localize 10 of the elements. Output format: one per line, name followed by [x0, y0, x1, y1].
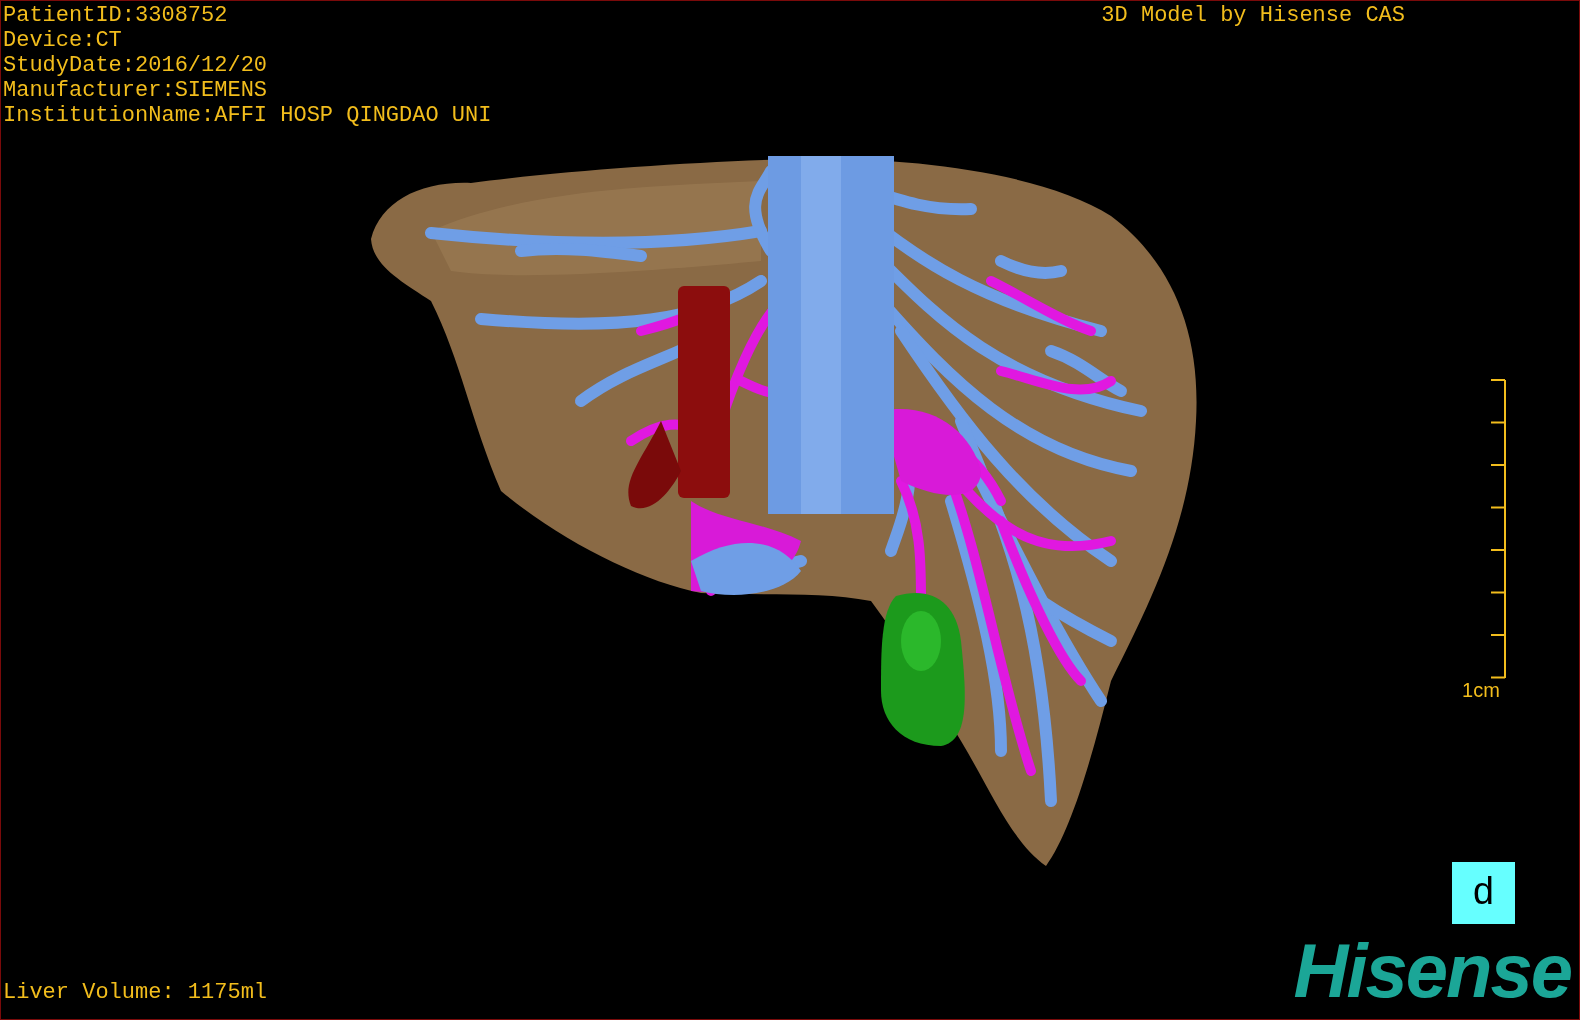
liver-volume-text: Liver Volume: 1175ml	[3, 980, 268, 1005]
scale-label: 1cm	[1462, 679, 1500, 701]
patient-info-text: InstitutionName:AFFI HOSP QINGDAO UNI	[3, 103, 492, 128]
logo-text: Hisense	[1293, 933, 1572, 1009]
viewer-title: 3D Model by Hisense CAS	[1101, 3, 1405, 28]
patient-info-text: Device:CT	[3, 28, 123, 53]
view-button[interactable]: d	[1452, 862, 1515, 924]
patient-info-text: Manufacturer:SIEMENS	[3, 78, 269, 103]
patient-info-text: PatientID:3308752	[3, 3, 229, 28]
patient-info-text: StudyDate:2016/12/20	[3, 53, 269, 78]
